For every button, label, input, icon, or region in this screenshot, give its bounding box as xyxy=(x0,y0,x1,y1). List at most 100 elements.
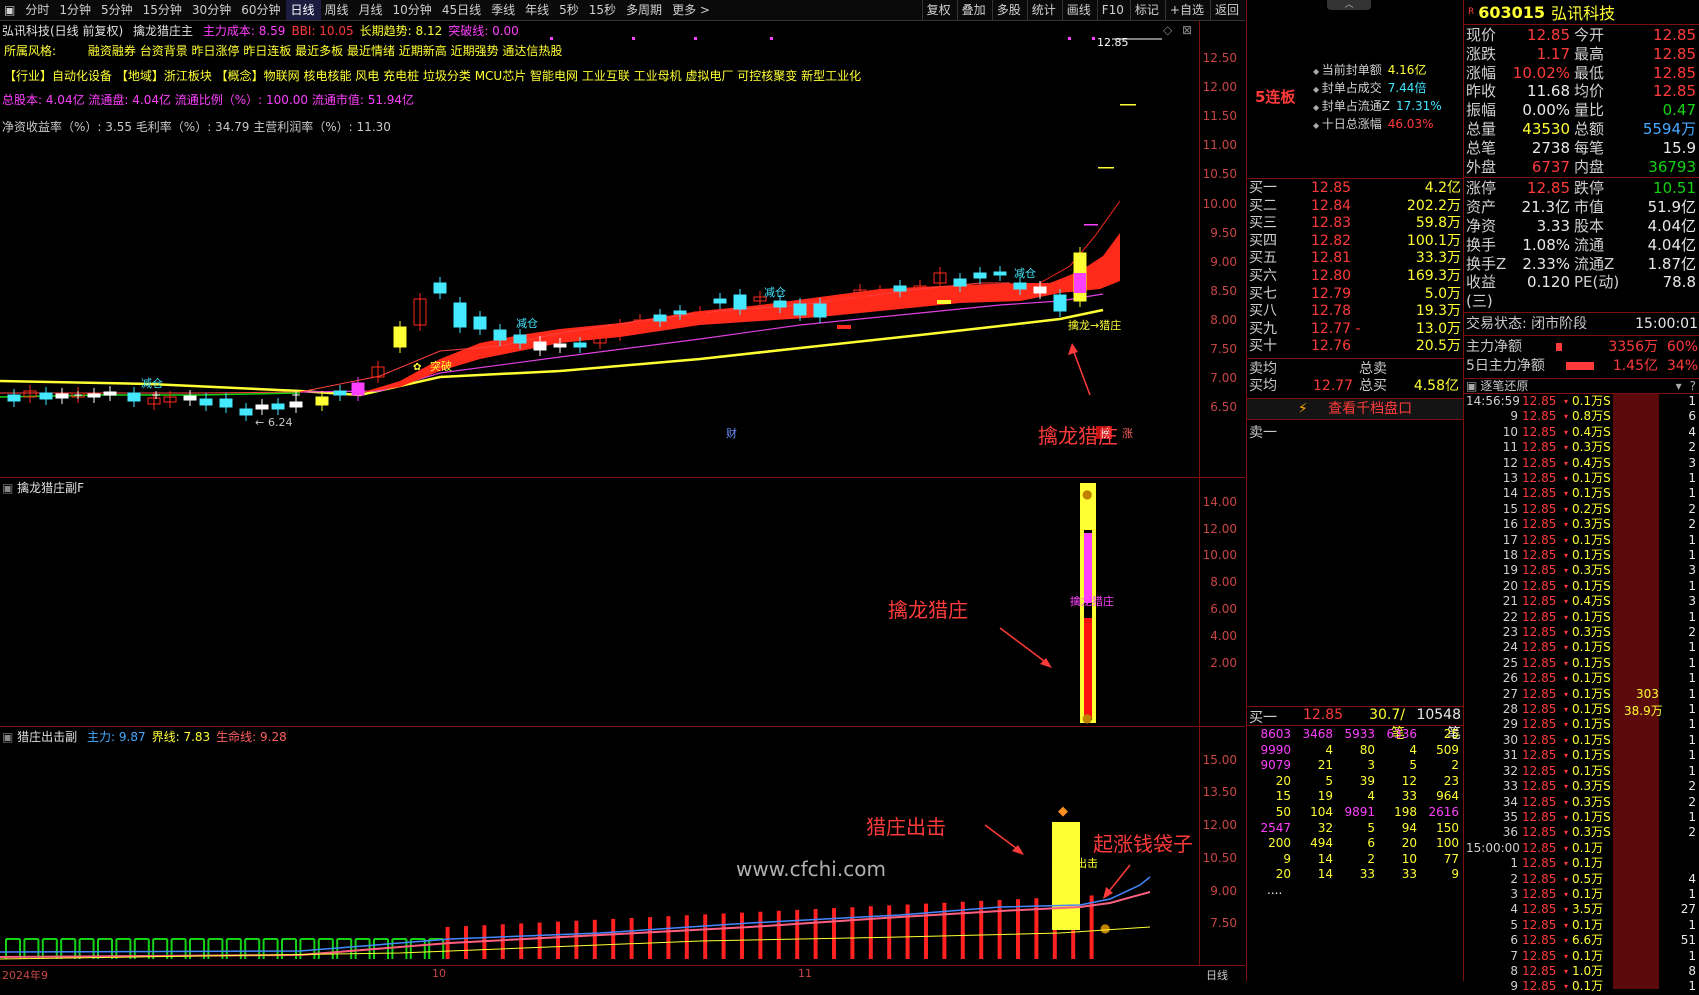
tick-volume: 0.4万S xyxy=(1572,455,1611,470)
quote-panel: R 603015 弘讯科技 现价 12.85 今开 12.85 涨跌 1.17 最高 12.8… xyxy=(1463,0,1699,993)
quote-row: 涨幅 10.02% 最低 12.85 xyxy=(1466,64,1698,83)
annotation-arrow xyxy=(984,824,1021,852)
period-tab-10[interactable]: 45日线 xyxy=(438,0,487,20)
period-tab-8[interactable]: 月线 xyxy=(355,0,389,20)
period-tab-6[interactable]: 日线 xyxy=(286,0,321,20)
queue-cell: 33 xyxy=(1401,867,1417,882)
toolbar-action-2[interactable]: 多股 xyxy=(991,0,1027,20)
buy-level-row[interactable]: 买六 12.80 169.3万 xyxy=(1247,268,1463,286)
tick-toggle-icon[interactable]: ▣ xyxy=(1466,379,1477,393)
tick-count: 1 xyxy=(1688,886,1696,901)
buy-level-row[interactable]: 买二 12.84 202.2万 xyxy=(1247,198,1463,216)
period-tab-9[interactable]: 10分钟 xyxy=(389,0,438,20)
period-tab-0[interactable]: 分时 xyxy=(21,0,55,20)
tick-count: 2 xyxy=(1688,440,1696,455)
collapse-button[interactable]: ︿ xyxy=(1327,0,1371,10)
buy-level-row[interactable]: 买九 12.77 - 13.0万 xyxy=(1247,321,1463,339)
candle xyxy=(1033,286,1047,294)
tick-row: 17 12.85 ▾ 0.1万S 1 xyxy=(1464,533,1699,548)
toolbar-action-1[interactable]: 叠加 xyxy=(956,0,992,20)
queue-cell: 25 xyxy=(1443,727,1459,741)
period-tab-11[interactable]: 季线 xyxy=(487,0,521,20)
candle xyxy=(219,398,233,408)
sub1-indicator-chart[interactable]: ●● xyxy=(0,478,1199,726)
view-qiandang-link[interactable]: 查看千档盘口 xyxy=(1328,401,1412,417)
main-chart-panel[interactable]: 弘讯科技(日线 前复权) 擒龙猎庄主 主力成本: 8.59 BBI: 10.05 长… xyxy=(0,21,1245,478)
tick-row: 15 12.85 ▾ 0.2万S 2 xyxy=(1464,502,1699,517)
buy-level-row[interactable]: 买七 12.79 5.0万 xyxy=(1247,286,1463,304)
tick-volume: 0.1万S xyxy=(1572,655,1611,670)
tick-dir-icon: ▾ xyxy=(1564,859,1569,869)
candle xyxy=(653,314,667,322)
tick-time: 15:00:00 xyxy=(1466,840,1520,855)
tick-count xyxy=(1618,841,1696,856)
tick-count: 4 xyxy=(1688,871,1696,886)
tick-help-icon[interactable]: ? xyxy=(1690,379,1696,393)
period-tab-2[interactable]: 5分钟 xyxy=(97,0,139,20)
period-tab-5[interactable]: 60分钟 xyxy=(237,0,286,20)
tick-time: 29 xyxy=(1502,717,1518,732)
period-tab-4[interactable]: 30分钟 xyxy=(188,0,237,20)
queue-more[interactable]: .... xyxy=(1249,883,1461,899)
sub-chart-2[interactable]: ▣ 猎庄出击副 主力: 9.87 界线: 7.83 生命线: 9.28 ◆ ● 15.… xyxy=(0,727,1245,965)
period-tab-3[interactable]: 15分钟 xyxy=(139,0,188,20)
period-tab-15[interactable]: 多周期 xyxy=(622,0,668,20)
toolbar-action-8[interactable]: 返回 xyxy=(1209,0,1245,20)
period-tab-7[interactable]: 周线 xyxy=(321,0,355,20)
buy-level-row[interactable]: 买十 12.76 20.5万 xyxy=(1247,338,1463,356)
seal-stat-value: 4.16亿 xyxy=(1387,63,1427,77)
toolbar-action-0[interactable]: 复权 xyxy=(921,0,957,20)
buy-level-row[interactable]: 买一 12.85 4.2亿 xyxy=(1247,180,1463,198)
tick-row: 32 12.85 ▾ 0.1万S 1 xyxy=(1464,764,1699,779)
tick-price: 12.85 xyxy=(1522,963,1557,978)
buy-level-label: 买一 xyxy=(1249,180,1277,196)
tick-dir-icon: ▾ xyxy=(1564,458,1569,468)
axis-tick: 7.00 xyxy=(1210,371,1237,386)
tick-price: 12.85 xyxy=(1522,594,1557,609)
tick-dropdown-icon[interactable]: ▾ xyxy=(1676,379,1682,393)
sub2-indicator-chart[interactable]: ◆● xyxy=(0,727,1199,965)
candle xyxy=(793,303,807,316)
arrow-icon: ← xyxy=(255,416,264,429)
seal-stat-value: 7.44倍 xyxy=(1387,81,1427,95)
five-net-pct: 34% xyxy=(1666,357,1698,374)
period-tab-13[interactable]: 5秒 xyxy=(555,0,585,20)
sub-chart-1[interactable]: ▣ 擒龙猎庄副F ● ● 14.00 12.00 10.00 8.00 6.00 4.00 2… xyxy=(0,478,1245,727)
main-net-label: 主力净额 xyxy=(1466,338,1522,355)
tick-dir-icon: ▾ xyxy=(1564,735,1569,745)
tick-title[interactable]: 逐笔还原 xyxy=(1480,377,1528,394)
buy-level-row[interactable]: 买三 12.83 59.8万 xyxy=(1247,215,1463,233)
buy-level-volume: 4.2亿 xyxy=(1424,180,1461,196)
tick-list[interactable]: 14:56:59 12.85 ▾ 0.1万S 1 9 12.85 ▾ 0.8万S 6 10 12.85… xyxy=(1464,394,1699,995)
queue-row: 9990 4 80 4 509 xyxy=(1249,743,1461,759)
quote-label: 总笔 xyxy=(1466,138,1497,157)
tick-price: 12.85 xyxy=(1522,548,1557,563)
tick-row: 14:56:59 12.85 ▾ 0.1万S 1 xyxy=(1464,394,1699,409)
queue-cell: 509 xyxy=(1436,742,1459,757)
buy-level-row[interactable]: 买四 12.82 100.1万 xyxy=(1247,233,1463,251)
axis-tick: 6.50 xyxy=(1210,400,1237,415)
period-tab-12[interactable]: 年线 xyxy=(521,0,555,20)
period-tab-1[interactable]: 1分钟 xyxy=(55,0,97,20)
buy-level-row[interactable]: 买八 12.78 19.3万 xyxy=(1247,303,1463,321)
quote-row: 振幅 0.00% 量比 0.47 xyxy=(1466,101,1698,120)
tick-volume: 0.1万S xyxy=(1572,763,1611,778)
sub2-axis: 15.00 13.50 12.00 10.50 9.00 7.50 xyxy=(1200,727,1245,965)
candle xyxy=(453,302,467,328)
candlestick-chart[interactable]: 减仓减仓减仓减仓突破✿6.24←12.85擒龙→猎庄财榜涨+ + + + + xyxy=(0,21,1199,477)
tick-price: 12.85 xyxy=(1522,671,1557,686)
toolbar-menu-icon[interactable]: ▣ xyxy=(0,0,21,20)
toolbar-action-6[interactable]: 标记 xyxy=(1129,0,1165,20)
toolbar-action-7[interactable]: +自选 xyxy=(1164,0,1210,20)
tick-time: 18 xyxy=(1502,548,1518,563)
queue-cell: 6 xyxy=(1367,836,1375,851)
toolbar-action-3[interactable]: 统计 xyxy=(1026,0,1062,20)
toolbar-action-4[interactable]: 画线 xyxy=(1061,0,1097,20)
period-tab-14[interactable]: 15秒 xyxy=(585,0,622,20)
period-tab-16[interactable]: 更多 > xyxy=(668,0,716,20)
quote-label: 市值 xyxy=(1574,198,1605,217)
buy-level-row[interactable]: 买五 12.81 33.3万 xyxy=(1247,250,1463,268)
tick-row: 4 12.85 ▾ 3.5万 27 xyxy=(1464,902,1699,917)
toolbar-action-5[interactable]: F10 xyxy=(1096,0,1130,20)
axis-tick: 8.50 xyxy=(1210,283,1237,298)
